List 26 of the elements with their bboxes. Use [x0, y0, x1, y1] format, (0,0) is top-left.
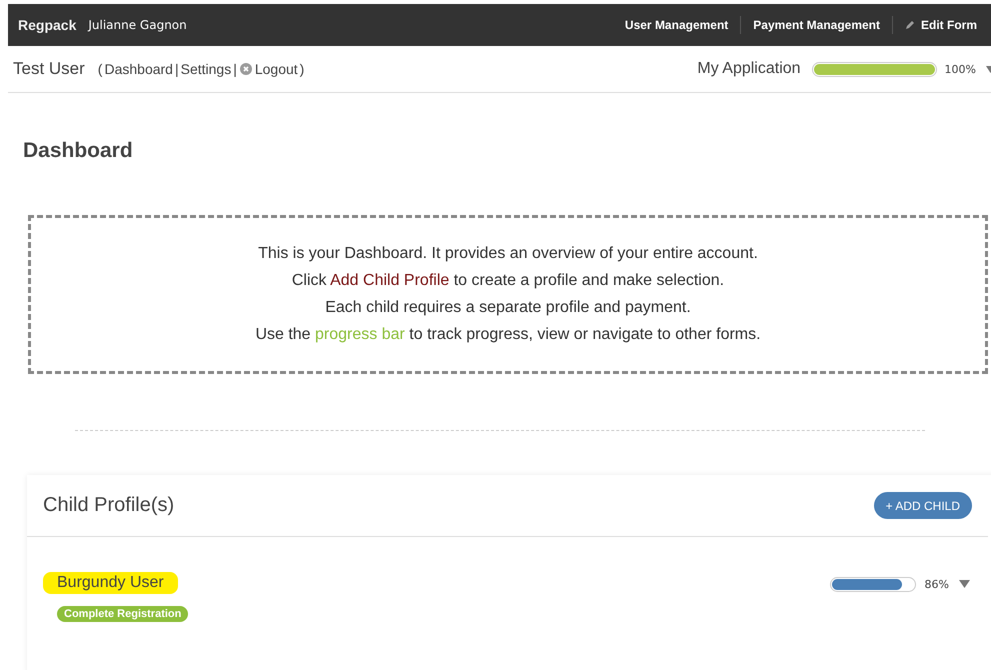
progress-percent: 86% [924, 578, 949, 590]
account-title: Test User [13, 59, 85, 79]
punctuation: ( [98, 61, 102, 77]
progress-percent: 100% [944, 62, 976, 76]
punctuation: ) [300, 61, 304, 77]
child-name[interactable]: Burgundy User [43, 572, 178, 594]
user-name: Julianne Gagnon [88, 18, 187, 32]
status-badge: Complete Registration [57, 606, 188, 622]
nav-link[interactable]: Payment Management [753, 18, 880, 32]
page-title: Dashboard [23, 139, 134, 163]
add-child-button[interactable]: + ADD CHILD [874, 492, 972, 519]
info-text: Each child requires a separate profile and payment. [325, 299, 691, 317]
info-text: Use the progress bar to track progress, view or navigate to other forms. [255, 326, 761, 344]
punctuation: | [233, 61, 237, 77]
card-title: Child Profile(s) [43, 494, 174, 517]
nav-link[interactable]: Edit Form [905, 18, 977, 32]
header-link[interactable]: Settings [180, 61, 232, 77]
header-link[interactable]: Logout [238, 61, 298, 77]
nav-link[interactable]: User Management [624, 18, 728, 32]
header-link[interactable]: Dashboard [104, 61, 173, 77]
logo[interactable]: Regpack [18, 17, 76, 33]
punctuation: | [174, 61, 179, 77]
info-text: Click Add Child Profile to create a profile and make selection. [292, 272, 724, 290]
application-label: My Application [697, 60, 801, 78]
add-child-profile-link[interactable]: Add Child Profile [330, 272, 450, 289]
info-text: This is your Dashboard. It provides an overview of your entire account. [258, 245, 758, 263]
